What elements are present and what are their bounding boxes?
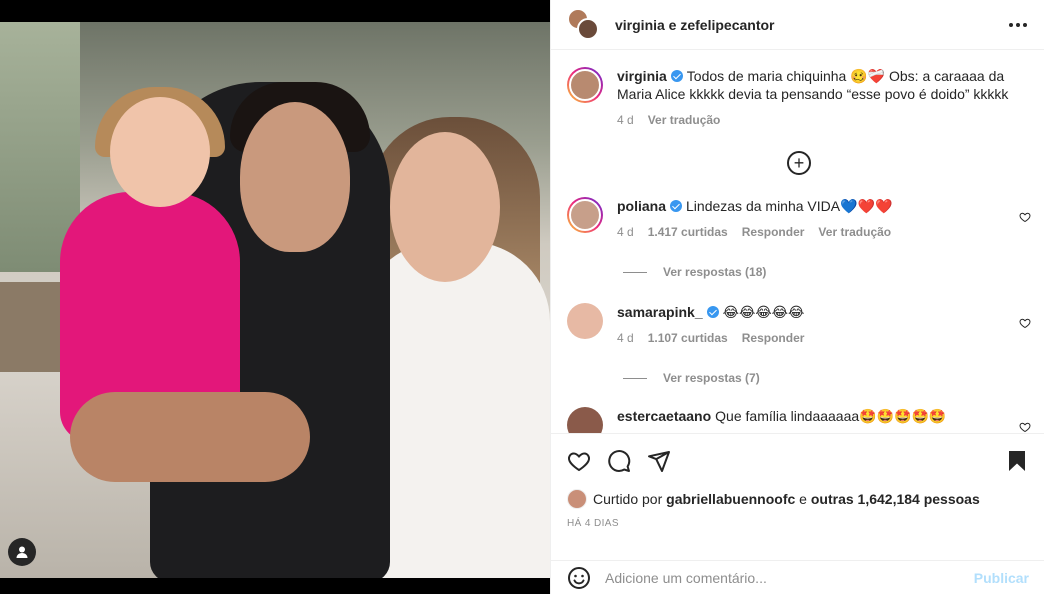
comment-item: estercaetaano Que família lindaaaaaa🤩🤩🤩🤩🤩: [567, 407, 1031, 433]
load-more: +: [567, 151, 1031, 175]
comment-heart-icon[interactable]: [1019, 317, 1031, 329]
view-replies[interactable]: Ver respostas (7): [623, 371, 1031, 385]
caption-time[interactable]: 4 d: [617, 111, 634, 129]
send-icon[interactable]: [647, 449, 671, 473]
post-modal: virginia e zefelipecantor virginia Todos …: [0, 0, 1044, 594]
verified-icon: [670, 200, 683, 212]
translate-link[interactable]: Ver tradução: [818, 223, 891, 241]
verified-icon: [670, 70, 683, 82]
likes-prefix: Curtido por: [593, 491, 663, 507]
comment-text: Que família lindaaaaaa🤩🤩🤩🤩🤩: [715, 408, 947, 424]
comment-username[interactable]: samarapink_: [617, 304, 703, 320]
avatar[interactable]: [567, 67, 603, 103]
person-icon[interactable]: [8, 538, 36, 566]
post-authors[interactable]: virginia e zefelipecantor: [615, 17, 1006, 33]
comment-text: Lindezas da minha VIDA💙❤️❤️: [686, 198, 893, 214]
action-icons: [567, 434, 1029, 488]
comment-input[interactable]: [605, 569, 974, 586]
avatar[interactable]: [567, 407, 603, 433]
avatar[interactable]: [567, 489, 587, 509]
divider: [623, 377, 647, 379]
view-replies-label[interactable]: Ver respostas (7): [663, 371, 760, 385]
collab-avatars[interactable]: [567, 7, 601, 42]
comments-list[interactable]: virginia Todos de maria chiquinha 🥴❤️‍🩹 O…: [551, 51, 1044, 433]
likes-summary: Curtido por gabriellabuennoofc e outras …: [567, 488, 1029, 510]
post-image-frame: [0, 0, 550, 594]
heart-icon[interactable]: [567, 449, 591, 473]
comment-username[interactable]: estercaetaano: [617, 408, 711, 424]
emoji-icon[interactable]: [567, 566, 591, 590]
publish-button[interactable]: Publicar: [974, 570, 1029, 586]
view-replies-label[interactable]: Ver respostas (18): [663, 265, 766, 279]
plus-circle-icon[interactable]: +: [787, 151, 811, 175]
post-side-panel: virginia e zefelipecantor virginia Todos …: [550, 0, 1044, 594]
post-header: virginia e zefelipecantor: [551, 0, 1044, 50]
comment-time[interactable]: 4 d: [617, 223, 634, 241]
post-timestamp[interactable]: HÁ 4 DIAS: [567, 518, 1029, 529]
baby-face: [110, 97, 210, 207]
view-replies[interactable]: Ver respostas (18): [623, 265, 1031, 279]
reply-button[interactable]: Responder: [742, 329, 805, 347]
caption-username[interactable]: virginia: [617, 68, 667, 84]
divider: [623, 271, 647, 273]
bookmark-icon[interactable]: [1005, 449, 1029, 473]
woman-face: [390, 132, 500, 282]
add-comment-bar: Publicar: [551, 560, 1044, 594]
comment-heart-icon[interactable]: [1019, 421, 1031, 433]
avatar: [577, 17, 599, 40]
comment-text: 😂😂😂😂😂: [722, 304, 805, 320]
comment-item: poliana Lindezas da minha VIDA💙❤️❤️ 4 d 1…: [567, 197, 1031, 241]
comment-item: samarapink_ 😂😂😂😂😂 4 d 1.107 curtidas Resp…: [567, 303, 1031, 347]
post-image[interactable]: [0, 22, 550, 578]
translate-link[interactable]: Ver tradução: [648, 111, 721, 129]
comment-heart-icon[interactable]: [1019, 211, 1031, 223]
more-horizontal-icon[interactable]: [1006, 13, 1030, 37]
liked-by-user[interactable]: gabriellabuennoofc: [666, 491, 795, 507]
man-face: [240, 102, 350, 252]
comment-username[interactable]: poliana: [617, 198, 666, 214]
reply-button[interactable]: Responder: [742, 223, 805, 241]
caption: virginia Todos de maria chiquinha 🥴❤️‍🩹 O…: [567, 67, 1031, 129]
man-arm: [70, 392, 310, 482]
verified-icon: [706, 306, 719, 318]
comment-time[interactable]: 4 d: [617, 329, 634, 347]
likes-others[interactable]: outras 1,642,184 pessoas: [811, 491, 980, 507]
post-actions: Curtido por gabriellabuennoofc e outras …: [551, 433, 1044, 529]
comment-likes[interactable]: 1.417 curtidas: [648, 223, 728, 241]
comment-likes[interactable]: 1.107 curtidas: [648, 329, 728, 347]
likes-joiner: e: [799, 491, 807, 507]
avatar[interactable]: [567, 197, 603, 233]
comment-icon[interactable]: [607, 449, 631, 473]
avatar[interactable]: [567, 303, 603, 339]
